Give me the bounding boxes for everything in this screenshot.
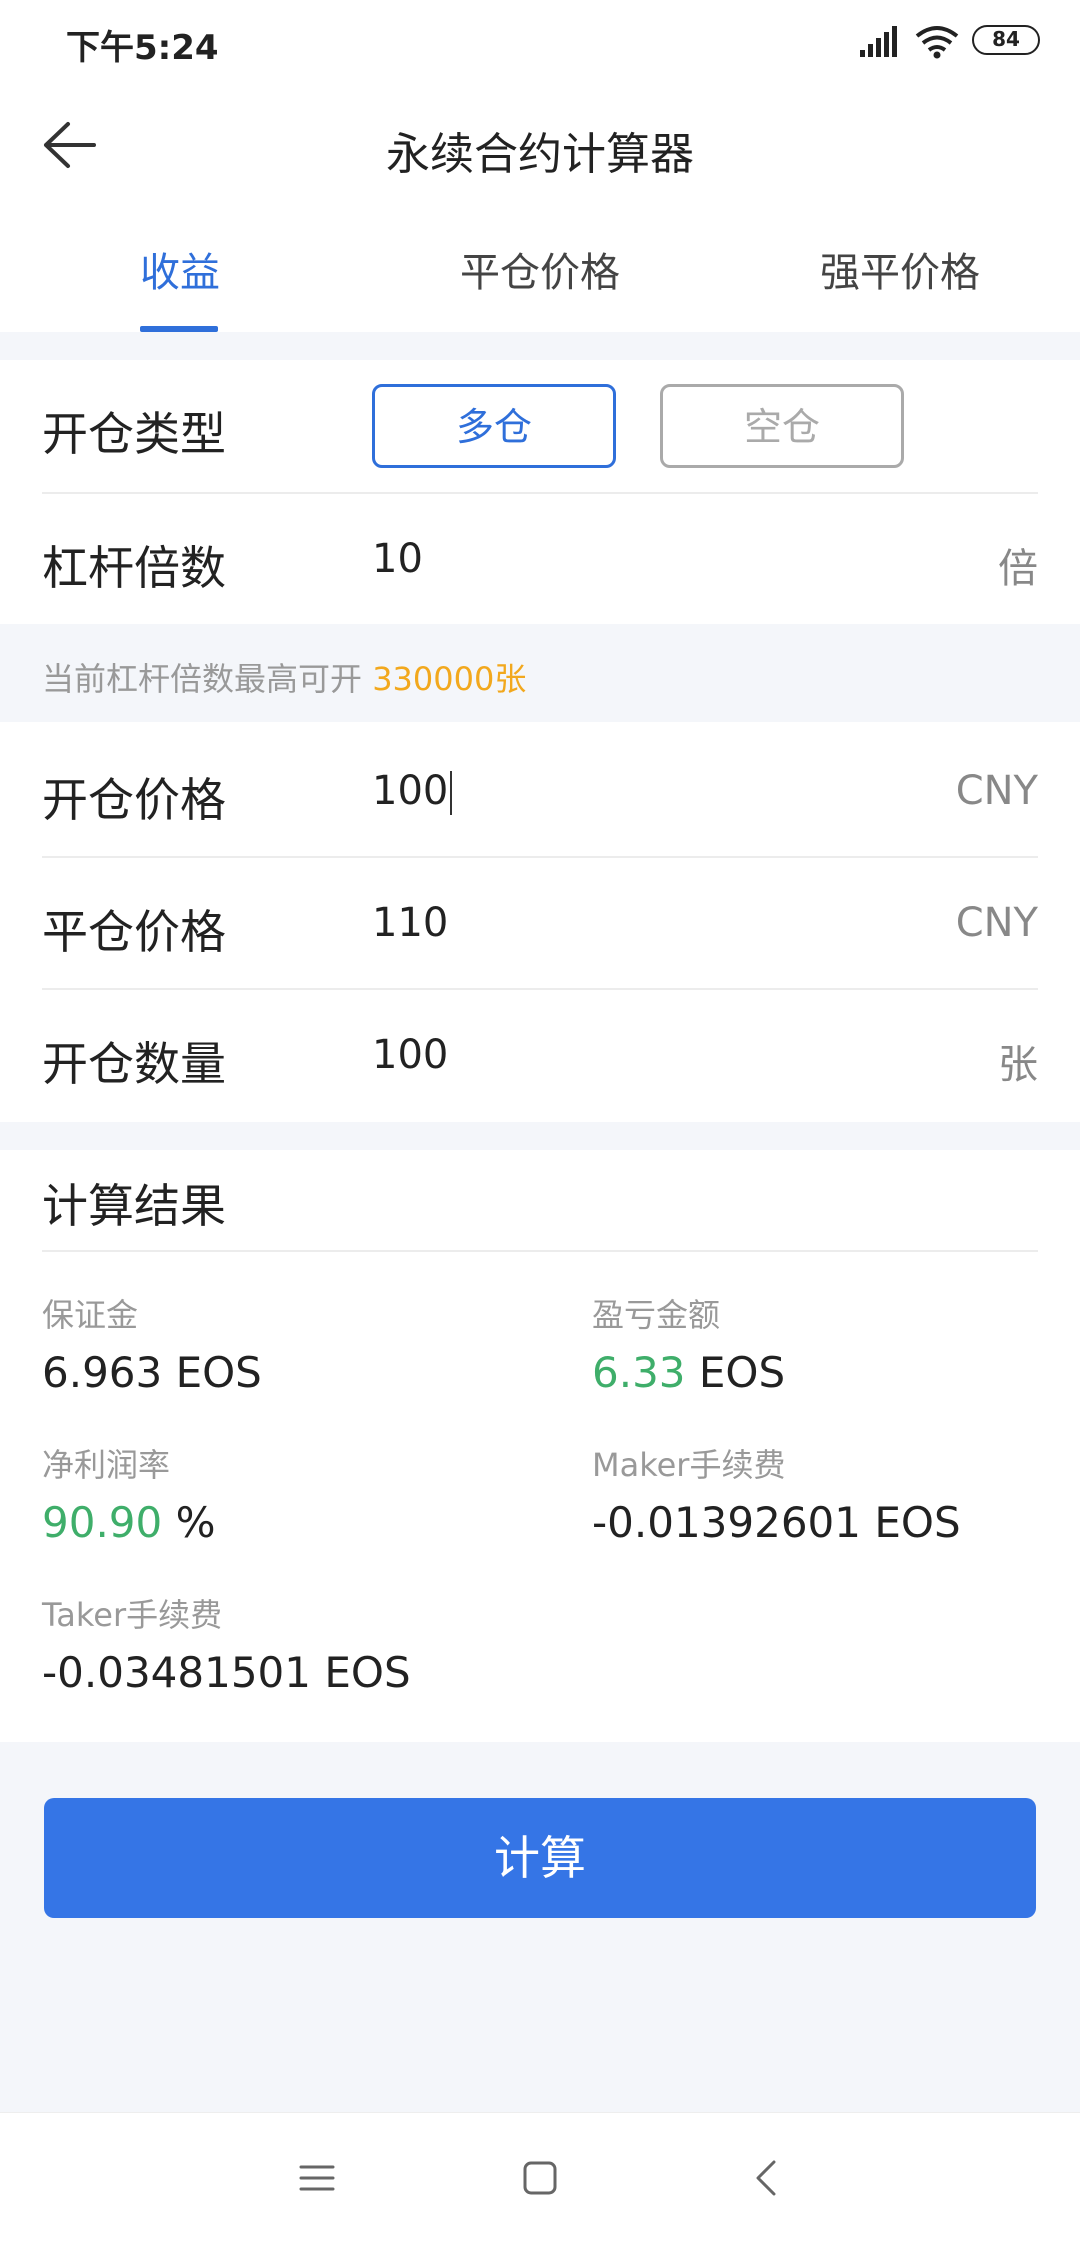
wifi-icon bbox=[915, 26, 959, 59]
menu-icon[interactable] bbox=[295, 2156, 339, 2200]
tab-active-indicator bbox=[140, 326, 218, 332]
taker-fee-label: Taker手续费 bbox=[42, 1596, 223, 1634]
short-position-button[interactable]: 空仓 bbox=[660, 384, 904, 468]
long-position-button[interactable]: 多仓 bbox=[372, 384, 616, 468]
calculate-button[interactable]: 计算 bbox=[44, 1798, 1036, 1918]
tab-close-price[interactable]: 平仓价格 bbox=[390, 240, 690, 298]
margin-label: 保证金 bbox=[42, 1296, 139, 1334]
hint-max-quantity: 330000张 bbox=[372, 660, 527, 698]
nav-back-icon[interactable] bbox=[746, 2156, 790, 2200]
pnl-value: 6.33 EOS bbox=[592, 1348, 785, 1397]
pnl-amount: 6.33 bbox=[592, 1348, 686, 1397]
home-icon[interactable] bbox=[518, 2156, 562, 2200]
pnl-label: 盈亏金额 bbox=[592, 1296, 721, 1334]
pnl-unit: EOS bbox=[698, 1348, 786, 1397]
net-rate-amount: 90.90 bbox=[42, 1498, 163, 1547]
quantity-label: 开仓数量 bbox=[42, 1037, 226, 1091]
position-type-label: 开仓类型 bbox=[42, 407, 226, 461]
quantity-input[interactable]: 100 bbox=[372, 1032, 448, 1078]
divider bbox=[42, 988, 1038, 990]
close-price-unit: CNY bbox=[955, 900, 1038, 946]
tab-liquidation-price[interactable]: 强平价格 bbox=[750, 240, 1050, 298]
taker-fee-value: -0.03481501 EOS bbox=[42, 1648, 411, 1697]
net-rate-label: 净利润率 bbox=[42, 1446, 171, 1484]
divider bbox=[42, 856, 1038, 858]
open-price-input[interactable]: 100 bbox=[372, 768, 453, 815]
battery-icon: 84 bbox=[972, 25, 1040, 55]
leverage-input[interactable]: 10 bbox=[372, 536, 423, 582]
net-rate-unit: % bbox=[175, 1498, 216, 1547]
open-price-label: 开仓价格 bbox=[42, 773, 226, 827]
maker-fee-value: -0.01392601 EOS bbox=[592, 1498, 961, 1547]
open-price-value: 100 bbox=[372, 768, 449, 814]
status-time: 下午5:24 bbox=[66, 28, 219, 68]
divider bbox=[42, 1250, 1038, 1252]
leverage-label: 杠杆倍数 bbox=[42, 541, 226, 595]
divider bbox=[42, 492, 1038, 494]
tab-profit[interactable]: 收益 bbox=[30, 240, 330, 298]
signal-icon bbox=[860, 26, 897, 57]
open-price-unit: CNY bbox=[955, 768, 1038, 814]
text-cursor bbox=[450, 771, 453, 815]
leverage-unit: 倍 bbox=[998, 546, 1038, 592]
close-price-label: 平仓价格 bbox=[42, 905, 226, 959]
net-rate-value: 90.90 % bbox=[42, 1498, 216, 1547]
quantity-unit: 张 bbox=[998, 1042, 1038, 1088]
page-title: 永续合约计算器 bbox=[386, 129, 694, 180]
leverage-hint: 当前杠杆倍数最高可开 330000张 bbox=[42, 654, 526, 700]
hint-text: 当前杠杆倍数最高可开 bbox=[42, 660, 363, 698]
maker-fee-label: Maker手续费 bbox=[592, 1446, 786, 1484]
margin-value: 6.963 EOS bbox=[42, 1348, 262, 1397]
close-price-input[interactable]: 110 bbox=[372, 900, 448, 946]
results-title: 计算结果 bbox=[42, 1179, 226, 1233]
